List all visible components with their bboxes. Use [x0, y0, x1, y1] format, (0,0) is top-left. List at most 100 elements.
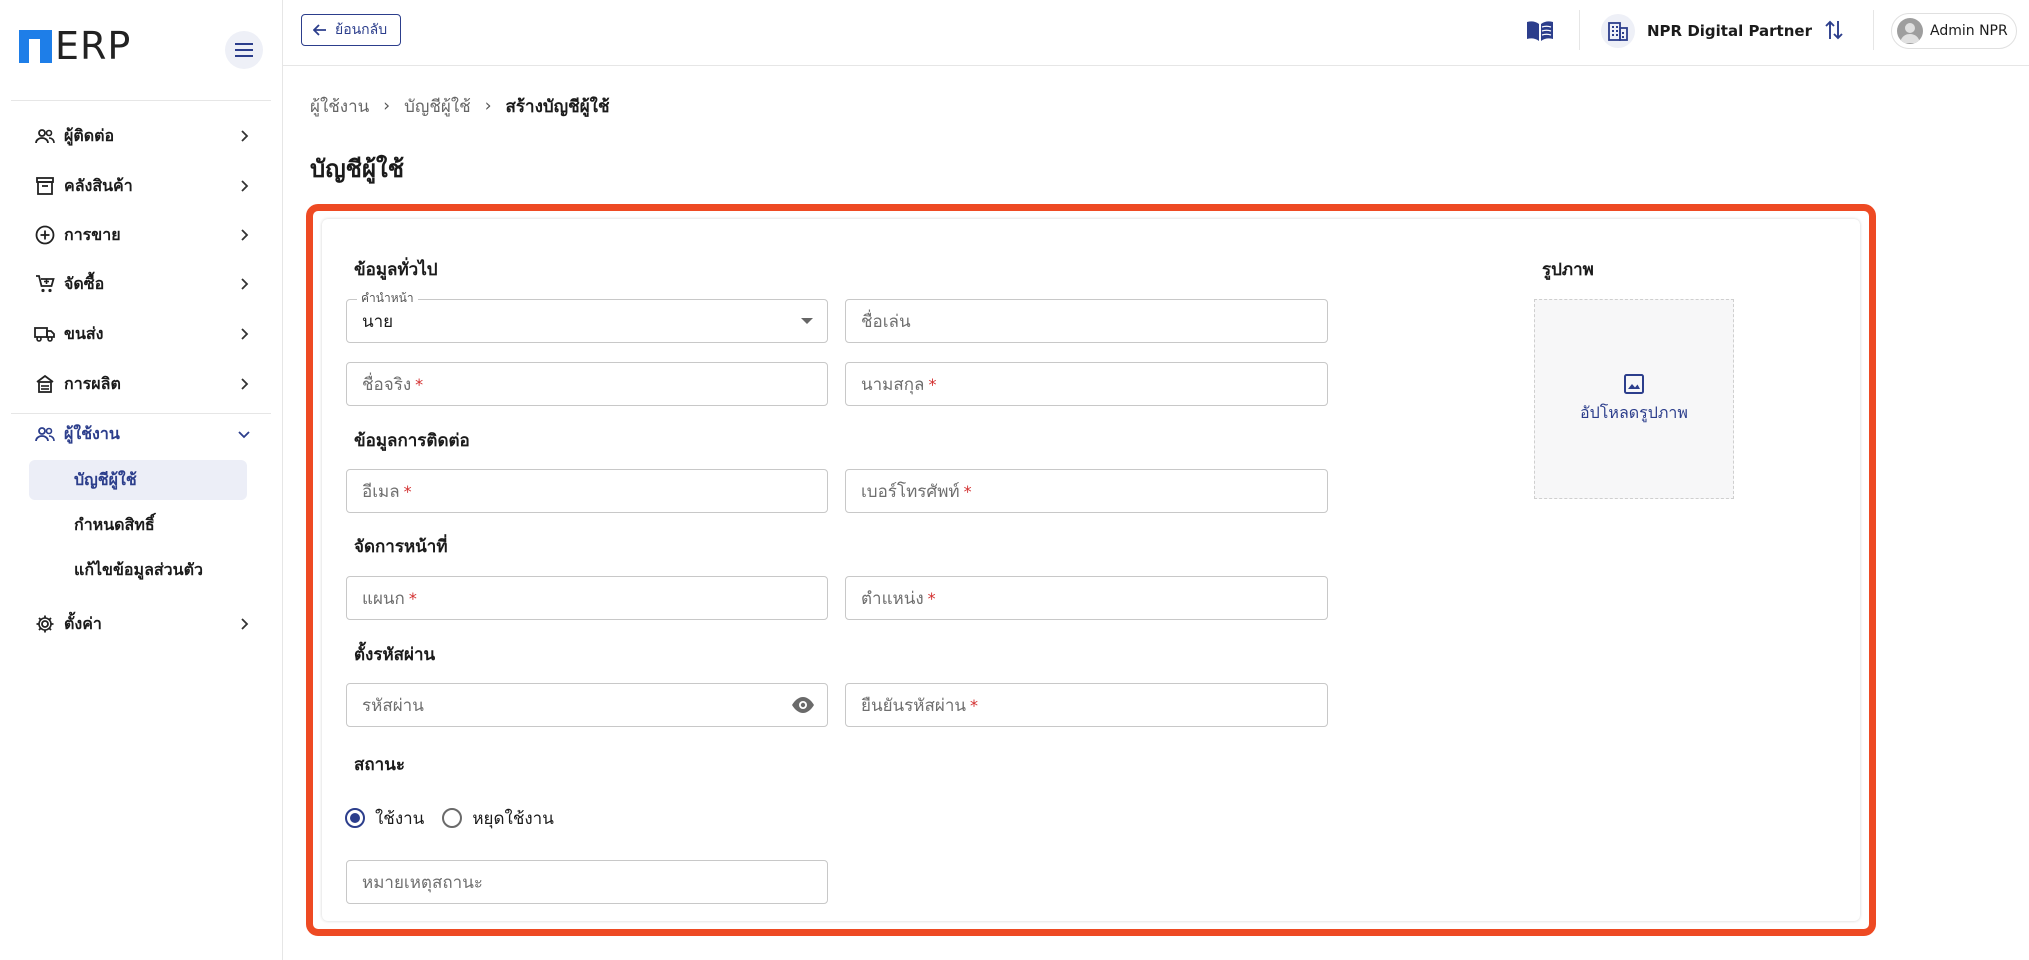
avatar	[1897, 18, 1923, 44]
required-mark: *	[970, 695, 979, 715]
email-input[interactable]: อีเมล *	[346, 469, 828, 513]
sidebar-subitem-label: แก้ไขข้อมูลส่วนตัว	[74, 559, 203, 579]
chevron-right-icon	[241, 378, 249, 390]
required-mark: *	[415, 374, 424, 394]
caret-down-icon	[801, 318, 813, 324]
breadcrumb-item[interactable]: บัญชีผู้ใช้	[404, 93, 471, 120]
building-icon	[1601, 14, 1635, 48]
status-remark-placeholder: หมายเหตุสถานะ	[362, 872, 483, 893]
last-name-input[interactable]: นามสกุล *	[845, 362, 1328, 406]
user-avatar-icon	[1900, 23, 1920, 43]
sidebar-item-label: ผู้ติดต่อ	[64, 125, 115, 145]
menu-toggle-button[interactable]	[225, 31, 263, 69]
sidebar-item-label: ผู้ใช้งาน	[64, 423, 120, 443]
required-mark: *	[408, 588, 417, 608]
required-mark: *	[928, 374, 937, 394]
section-title-contact: ข้อมูลการติดต่อ	[354, 431, 470, 451]
add-circle-icon	[34, 224, 56, 246]
status-inactive-radio[interactable]	[442, 808, 463, 828]
chevron-right-icon	[241, 130, 249, 142]
nickname-placeholder: ชื่อเล่น	[861, 311, 911, 332]
topbar-separator	[1873, 10, 1874, 50]
page-title: บัญชีผู้ใช้	[310, 155, 405, 183]
breadcrumb-item[interactable]: ผู้ใช้งาน	[310, 93, 369, 120]
sidebar-subitem-label: บัญชีผู้ใช้	[74, 469, 137, 489]
password-input[interactable]: รหัสผ่าน	[346, 683, 828, 727]
sidebar-item-contacts[interactable]: ผู้ติดต่อ	[0, 116, 282, 156]
chevron-down-icon	[238, 431, 250, 439]
position-input[interactable]: ตำแหน่ง *	[845, 576, 1328, 620]
position-placeholder: ตำแหน่ง	[861, 588, 924, 609]
status-active-radio[interactable]	[345, 808, 365, 828]
image-upload-area[interactable]: อัปโหลดรูปภาพ	[1534, 299, 1734, 499]
app-logo[interactable]: ERP	[19, 24, 132, 68]
required-mark: *	[963, 481, 972, 501]
sidebar-item-label: การขาย	[64, 224, 121, 244]
prefix-select-value: นาย	[362, 311, 394, 332]
department-input[interactable]: แผนก *	[346, 576, 828, 620]
status-remark-input[interactable]: หมายเหตุสถานะ	[346, 860, 828, 904]
sidebar-item-settings[interactable]: ตั้งค่า	[0, 604, 282, 644]
topbar-separator	[1579, 10, 1580, 50]
password-placeholder: รหัสผ่าน	[362, 695, 424, 716]
status-inactive-label[interactable]: หยุดใช้งาน	[472, 805, 554, 832]
arrow-left-icon	[313, 24, 326, 36]
cart-icon	[34, 273, 56, 295]
chevron-right-icon	[241, 278, 249, 290]
chevron-right-icon	[241, 229, 249, 241]
required-mark: *	[927, 588, 936, 608]
image-icon	[1624, 373, 1644, 394]
back-button-label: ย้อนกลับ	[335, 22, 388, 38]
section-title-duty: จัดการหน้าที่	[354, 537, 448, 557]
eye-icon[interactable]	[791, 695, 815, 715]
logo-mark-icon	[19, 29, 52, 63]
topbar: ย้อนกลับ NPR Digital Partner Admin NPR	[282, 0, 2029, 66]
sidebar-item-label: ตั้งค่า	[64, 613, 102, 633]
phone-input[interactable]: เบอร์โทรศัพท์ *	[845, 469, 1328, 513]
user-name: Admin NPR	[1930, 23, 2008, 39]
sidebar-item-label: ขนส่ง	[64, 323, 104, 343]
sidebar-item-inventory[interactable]: คลังสินค้า	[0, 166, 282, 206]
confirm-password-placeholder: ยืนยันรหัสผ่าน	[861, 695, 967, 716]
truck-icon	[34, 323, 56, 345]
first-name-input[interactable]: ชื่อจริง *	[346, 362, 828, 406]
sidebar-subitem-user-accounts[interactable]: บัญชีผู้ใช้	[29, 460, 247, 500]
manual-book-icon[interactable]	[1526, 20, 1554, 42]
last-name-placeholder: นามสกุล	[861, 374, 925, 395]
sidebar-divider	[11, 100, 271, 101]
sidebar: ERP ผู้ติดต่อ คลังสินค้า การขาย จัดซื้อ	[0, 0, 283, 960]
sidebar-item-users[interactable]: ผู้ใช้งาน	[0, 414, 282, 454]
section-title-general: ข้อมูลทั่วไป	[354, 260, 438, 280]
breadcrumb-separator-icon: ›	[383, 96, 391, 116]
sidebar-item-sales[interactable]: การขาย	[0, 215, 282, 255]
back-button[interactable]: ย้อนกลับ	[301, 14, 401, 46]
logo-text: ERP	[55, 24, 132, 68]
sidebar-item-label: จัดซื้อ	[64, 273, 105, 293]
status-active-label[interactable]: ใช้งาน	[375, 805, 424, 832]
sidebar-item-production[interactable]: การผลิต	[0, 364, 282, 404]
breadcrumb: ผู้ใช้งาน › บัญชีผู้ใช้ › สร้างบัญชีผู้ใ…	[310, 94, 610, 118]
confirm-password-input[interactable]: ยืนยันรหัสผ่าน *	[845, 683, 1328, 727]
contacts-icon	[34, 125, 56, 147]
gear-icon	[34, 613, 56, 635]
sidebar-item-purchasing[interactable]: จัดซื้อ	[0, 264, 282, 304]
prefix-select[interactable]: คำนำหน้า นาย	[346, 291, 828, 343]
section-title-image: รูปภาพ	[1542, 260, 1594, 280]
archive-icon	[34, 175, 56, 197]
sidebar-subitem-edit-profile[interactable]: แก้ไขข้อมูลส่วนตัว	[29, 550, 247, 590]
nickname-input[interactable]: ชื่อเล่น	[845, 299, 1328, 343]
section-title-password: ตั้งรหัสผ่าน	[354, 645, 436, 665]
user-menu-button[interactable]: Admin NPR	[1891, 13, 2017, 49]
users-icon	[34, 423, 56, 445]
menu-icon	[235, 43, 253, 57]
swap-vertical-icon[interactable]	[1824, 19, 1844, 41]
required-mark: *	[403, 481, 412, 501]
factory-icon	[34, 373, 56, 395]
phone-placeholder: เบอร์โทรศัพท์	[861, 481, 960, 502]
company-switcher[interactable]: NPR Digital Partner	[1601, 14, 1812, 48]
sidebar-subitem-label: กำหนดสิทธิ์	[74, 514, 155, 534]
chevron-right-icon	[241, 180, 249, 192]
sidebar-subitem-permissions[interactable]: กำหนดสิทธิ์	[29, 505, 247, 545]
breadcrumb-separator-icon: ›	[484, 96, 492, 116]
sidebar-item-shipping[interactable]: ขนส่ง	[0, 314, 282, 354]
